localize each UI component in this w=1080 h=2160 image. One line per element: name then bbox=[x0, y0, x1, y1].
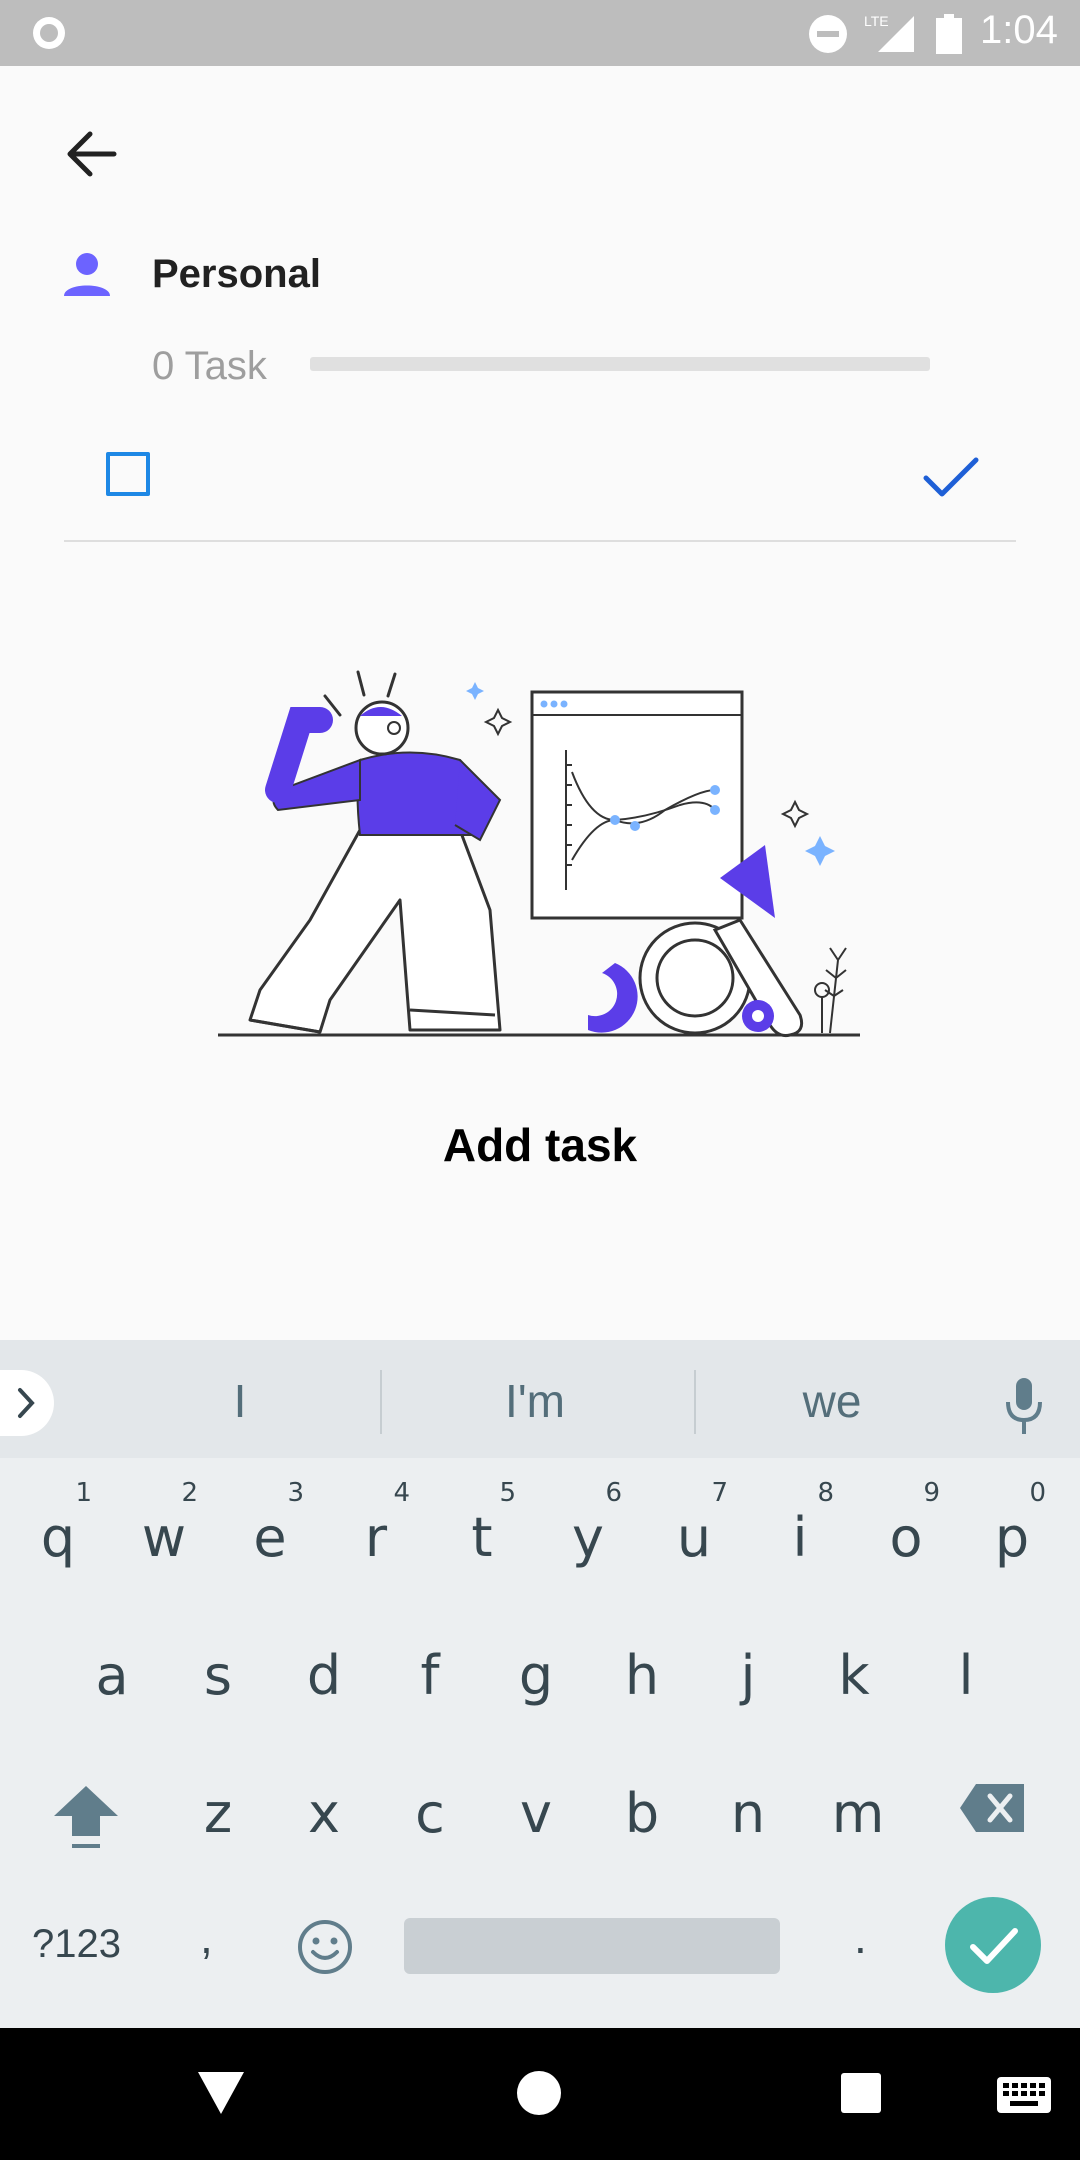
key-w[interactable]: w2 bbox=[114, 1478, 214, 1598]
key-i[interactable]: i8 bbox=[750, 1478, 850, 1598]
key-label: i bbox=[792, 1506, 808, 1569]
key-r[interactable]: r4 bbox=[326, 1478, 426, 1598]
key-o[interactable]: o9 bbox=[856, 1478, 956, 1598]
record-icon bbox=[33, 17, 65, 49]
key-b[interactable]: b bbox=[592, 1754, 692, 1874]
key-hint: 3 bbox=[287, 1478, 304, 1508]
nav-back-icon[interactable] bbox=[196, 2070, 246, 2116]
key-y[interactable]: y6 bbox=[538, 1478, 638, 1598]
task-count: 0 Task bbox=[152, 344, 267, 388]
divider bbox=[64, 540, 1016, 542]
key-label: o bbox=[889, 1506, 923, 1569]
emoji-icon[interactable] bbox=[296, 1918, 354, 1976]
suggestion-bar: I I'm we bbox=[0, 1340, 1080, 1458]
do-not-disturb-icon bbox=[809, 15, 847, 53]
key-label: r bbox=[364, 1506, 388, 1569]
key-d[interactable]: d bbox=[274, 1616, 374, 1736]
key-hint: 5 bbox=[499, 1478, 516, 1508]
key-q[interactable]: q1 bbox=[8, 1478, 108, 1598]
comma-key[interactable]: , bbox=[200, 1910, 213, 1964]
key-hint: 2 bbox=[181, 1478, 198, 1508]
key-hint: 0 bbox=[1029, 1478, 1046, 1508]
key-f[interactable]: f bbox=[380, 1616, 480, 1736]
key-h[interactable]: h bbox=[592, 1616, 692, 1736]
signal-icon: LTE bbox=[864, 13, 914, 52]
microphone-icon[interactable] bbox=[1002, 1376, 1046, 1436]
symbols-key[interactable]: ?123 bbox=[32, 1922, 121, 1967]
shift-icon[interactable] bbox=[50, 1782, 122, 1854]
key-label: w bbox=[141, 1506, 187, 1569]
suggestion-divider bbox=[694, 1370, 696, 1434]
suggestion-1[interactable]: I bbox=[140, 1374, 340, 1428]
enter-key[interactable] bbox=[945, 1897, 1041, 1993]
key-l[interactable]: l bbox=[916, 1616, 1016, 1736]
space-key[interactable] bbox=[404, 1918, 780, 1974]
check-icon bbox=[970, 1928, 1018, 1964]
empty-state-illustration bbox=[218, 670, 860, 1037]
backspace-icon[interactable] bbox=[958, 1780, 1028, 1836]
suggestion-3[interactable]: we bbox=[732, 1374, 932, 1428]
suggestion-2[interactable]: I'm bbox=[435, 1374, 635, 1428]
key-hint: 7 bbox=[711, 1478, 728, 1508]
check-icon[interactable] bbox=[916, 448, 986, 508]
key-label: q bbox=[40, 1506, 76, 1569]
key-k[interactable]: k bbox=[804, 1616, 904, 1736]
key-label: t bbox=[471, 1506, 493, 1569]
person-icon bbox=[64, 253, 110, 296]
status-time: 1:04 bbox=[980, 8, 1058, 52]
arrow-back-icon[interactable] bbox=[48, 118, 128, 190]
key-e[interactable]: e3 bbox=[220, 1478, 320, 1598]
key-hint: 4 bbox=[393, 1478, 410, 1508]
nav-home-icon[interactable] bbox=[516, 2070, 562, 2116]
key-label: y bbox=[572, 1506, 604, 1569]
key-p[interactable]: p0 bbox=[962, 1478, 1062, 1598]
key-u[interactable]: u7 bbox=[644, 1478, 744, 1598]
status-bar: LTE 1:04 bbox=[0, 0, 1080, 66]
keyboard-switch-icon[interactable] bbox=[996, 2076, 1052, 2114]
key-z[interactable]: z bbox=[168, 1754, 268, 1874]
key-label: p bbox=[994, 1506, 1030, 1569]
key-hint: 1 bbox=[75, 1478, 92, 1508]
key-n[interactable]: n bbox=[698, 1754, 798, 1874]
key-x[interactable]: x bbox=[274, 1754, 374, 1874]
key-hint: 9 bbox=[923, 1478, 940, 1508]
key-label: e bbox=[253, 1506, 287, 1569]
key-t[interactable]: t5 bbox=[432, 1478, 532, 1598]
key-hint: 8 bbox=[817, 1478, 834, 1508]
key-j[interactable]: j bbox=[698, 1616, 798, 1736]
empty-state-title: Add task bbox=[442, 1119, 638, 1171]
task-progress-bar bbox=[310, 357, 930, 371]
suggestion-divider bbox=[380, 1370, 382, 1434]
nav-recent-apps-icon[interactable] bbox=[840, 2072, 882, 2114]
network-label: LTE bbox=[864, 13, 889, 29]
key-a[interactable]: a bbox=[62, 1616, 162, 1736]
key-s[interactable]: s bbox=[168, 1616, 268, 1736]
chevron-right-icon bbox=[18, 1388, 35, 1418]
navigation-bar bbox=[0, 2028, 1080, 2160]
key-label: u bbox=[676, 1506, 712, 1569]
key-hint: 6 bbox=[605, 1478, 622, 1508]
battery-icon bbox=[936, 14, 962, 54]
key-v[interactable]: v bbox=[486, 1754, 586, 1874]
task-input[interactable] bbox=[180, 440, 884, 512]
task-checkbox[interactable] bbox=[106, 452, 150, 496]
suggestion-expand-button[interactable] bbox=[0, 1370, 54, 1436]
list-title: Personal bbox=[152, 252, 321, 296]
period-key[interactable]: . bbox=[854, 1910, 867, 1964]
key-m[interactable]: m bbox=[808, 1754, 908, 1874]
key-c[interactable]: c bbox=[380, 1754, 480, 1874]
key-g[interactable]: g bbox=[486, 1616, 586, 1736]
